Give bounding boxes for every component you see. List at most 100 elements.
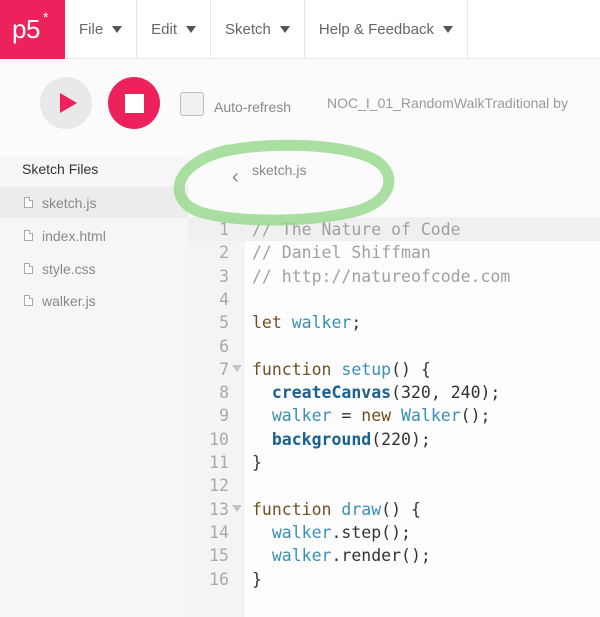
line-number: 9 (219, 406, 229, 426)
code-token: .render(); (331, 546, 431, 566)
code-line[interactable]: 3 // http://natureofcode.com (188, 265, 600, 288)
auto-refresh-checkbox[interactable] (180, 92, 204, 116)
code-text: } (252, 451, 262, 474)
chevron-down-icon (186, 26, 197, 33)
code-token: new (361, 406, 402, 426)
file-item-style-css[interactable]: style.css (0, 253, 188, 284)
file-name: walker.js (42, 292, 96, 309)
fold-arrow-icon[interactable] (232, 504, 242, 512)
toolbar: Auto-refresh NOC_I_01_RandomWalkTraditio… (0, 59, 600, 156)
menu-edit[interactable]: Edit (137, 0, 212, 59)
line-number: 16 (209, 569, 229, 589)
code-token: draw (341, 499, 382, 519)
file-item-sketch-js[interactable]: sketch.js (0, 187, 188, 218)
code-token: createCanvas (271, 383, 392, 403)
code-token: } (252, 569, 262, 589)
code-line[interactable]: 16} (188, 568, 600, 591)
line-number: 12 (209, 476, 229, 496)
chevron-down-icon (112, 26, 123, 33)
menu-help[interactable]: Help & Feedback (305, 0, 468, 59)
line-number: 11 (209, 453, 229, 472)
line-number: 1 (219, 220, 229, 239)
code-text: // The Nature of Code (252, 218, 461, 241)
code-line[interactable]: 4 (188, 288, 600, 311)
stop-icon (124, 93, 144, 113)
code-token: // The Nature of Code (252, 220, 461, 239)
code-token: (220); (371, 429, 431, 449)
line-number: 13 (209, 499, 229, 519)
code-token: walker (271, 406, 332, 426)
line-number: 7 (219, 359, 229, 379)
auto-refresh-label: Auto-refresh (214, 99, 292, 115)
code-text: // Daniel Shiffman (252, 241, 431, 264)
p5-logo[interactable]: p5 * (0, 0, 65, 59)
code-text: function setup() { (252, 358, 431, 381)
play-button[interactable] (40, 77, 92, 129)
code-token: (320, 240); (391, 383, 501, 403)
code-line[interactable]: 11} (188, 451, 600, 474)
code-line[interactable]: 5 let walker; (188, 311, 600, 334)
logo-text: p5 (12, 14, 40, 44)
file-item-index-html[interactable]: index.html (0, 220, 188, 251)
code-line[interactable]: 13 function draw() { (188, 498, 600, 521)
code-token: walker (271, 522, 332, 542)
stop-button[interactable] (108, 77, 160, 129)
code-text: background(220); (252, 428, 431, 451)
menu-sketch[interactable]: Sketch (211, 0, 305, 59)
code-token: function (252, 499, 342, 519)
code-token: () { (381, 499, 421, 519)
code-token: // http://natureofcode.com (252, 266, 511, 286)
code-text: } (252, 568, 262, 591)
code-line[interactable]: 2 // Daniel Shiffman (188, 241, 600, 264)
code-text: function draw() { (252, 498, 421, 521)
code-token: ; (351, 313, 362, 333)
line-number: 10 (209, 429, 229, 449)
code-line[interactable]: 7 function setup() { (188, 358, 600, 381)
project-name[interactable]: NOC_I_01_RandomWalkTraditional by (327, 95, 568, 111)
code-text: walker = new Walker(); (252, 404, 491, 427)
code-token: (); (460, 406, 491, 426)
menu-help-label: Help & Feedback (318, 21, 434, 38)
chevron-left-icon[interactable]: ‹ (232, 166, 239, 189)
play-icon (60, 93, 77, 113)
code-line[interactable]: 10 background(220); (188, 428, 600, 451)
top-nav: p5 * File Edit Sketch Help & Feedback (0, 0, 600, 59)
code-text: walker.step(); (252, 521, 411, 544)
line-number: 6 (219, 336, 229, 356)
code-token: () { (391, 359, 431, 379)
file-icon (24, 263, 33, 274)
line-number: 15 (209, 546, 229, 566)
code-token: walker (291, 313, 352, 333)
code-token: } (252, 453, 262, 472)
line-number: 3 (219, 266, 229, 286)
file-icon (24, 197, 33, 208)
code-line[interactable]: 12 (188, 474, 600, 497)
chevron-down-icon (442, 26, 453, 33)
code-token: function (252, 359, 342, 379)
menu-bar: File Edit Sketch Help & Feedback (65, 0, 468, 59)
code-line[interactable]: 8 createCanvas(320, 240); (188, 381, 600, 404)
code-token: setup (341, 359, 392, 379)
code-token: background (271, 429, 372, 449)
code-line[interactable]: 9 walker = new Walker(); (188, 404, 600, 427)
menu-edit-label: Edit (151, 21, 178, 38)
line-number: 2 (219, 243, 229, 263)
line-number: 4 (219, 289, 229, 309)
file-item-walker-js[interactable]: walker.js (0, 285, 188, 316)
code-token: walker (271, 546, 332, 566)
code-text: walker.render(); (252, 544, 431, 567)
code-line[interactable]: 14 walker.step(); (188, 521, 600, 544)
open-file-tab[interactable]: sketch.js (252, 162, 306, 178)
code-token: Walker (401, 406, 461, 426)
code-line[interactable]: 6 (188, 335, 600, 358)
code-line[interactable]: 15 walker.render(); (188, 544, 600, 567)
menu-file[interactable]: File (65, 0, 138, 59)
fold-arrow-icon[interactable] (232, 364, 242, 372)
file-name: sketch.js (42, 194, 97, 211)
sketch-files-sidebar: Sketch Files sketch.js index.html style.… (0, 156, 188, 617)
code-line[interactable]: 1 // The Nature of Code (188, 218, 600, 241)
